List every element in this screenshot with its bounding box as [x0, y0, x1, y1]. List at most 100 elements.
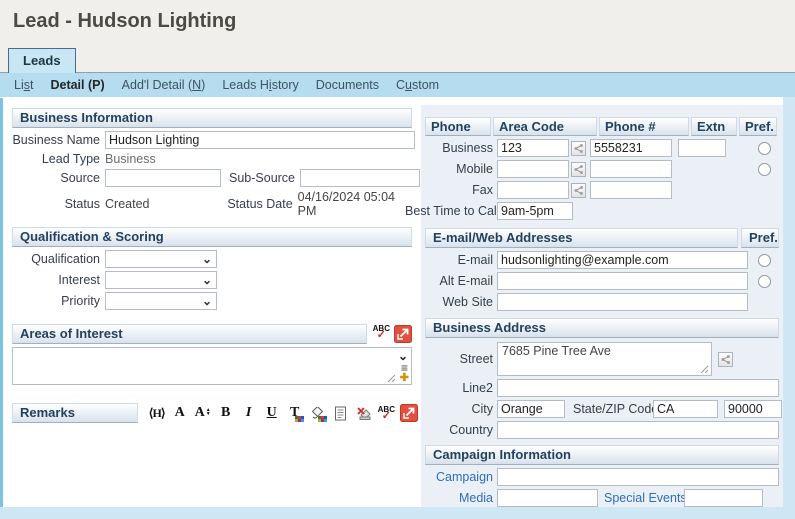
page-title: Lead - Hudson Lighting [13, 10, 237, 32]
business-extn-input[interactable] [678, 139, 726, 157]
left-panel: Business Information Business Name Lead … [0, 98, 421, 507]
media-input[interactable] [497, 489, 598, 507]
sub-source-input[interactable] [300, 169, 421, 187]
street-value: 7685 Pine Tree Ave [502, 344, 611, 358]
mobile-phone-pref-radio[interactable] [758, 162, 771, 176]
city-label: City [471, 402, 493, 416]
country-input[interactable] [497, 421, 779, 439]
pref-column-header: Pref. [739, 117, 777, 136]
state-input[interactable] [653, 400, 718, 418]
font-size-icon[interactable]: A ▲ ▼ [194, 404, 212, 423]
areas-of-interest-textarea[interactable]: ⌄ ≡ ✚ [12, 347, 412, 385]
phone-merge-icon[interactable] [571, 140, 586, 156]
subnav-item-list[interactable]: List [14, 78, 33, 92]
highlight-color-icon[interactable] [309, 404, 327, 423]
alt-email-input[interactable] [497, 272, 748, 290]
subnav-item-detail[interactable]: Detail (P) [50, 78, 104, 92]
page-source-icon[interactable] [332, 404, 350, 423]
expand-popup-icon[interactable] [394, 325, 412, 343]
interest-label: Interest [58, 273, 100, 287]
email-label: E-mail [457, 253, 493, 267]
state-zip-label: State/ZIP Code [573, 402, 659, 416]
content-area: Business Information Business Name Lead … [0, 97, 795, 519]
section-header-business-information: Business Information [12, 108, 412, 128]
heading-icon[interactable]: ⟨H⟩ [148, 404, 166, 423]
line2-input[interactable] [497, 379, 779, 397]
city-state-zip-row: City State/ZIP Code [425, 400, 782, 418]
interest-select[interactable]: ⌄ [105, 271, 217, 289]
font-icon[interactable]: A [171, 404, 189, 423]
campaign-link-label[interactable]: Campaign [425, 470, 493, 484]
right-panel: Phone Area Code Phone # Extn Pref. Busin… [405, 105, 783, 507]
mobile-phone-input[interactable] [590, 160, 672, 178]
subnav-item-leads-history[interactable]: Leads History [222, 78, 298, 92]
line2-row: Line2 [425, 379, 779, 397]
media-link-label[interactable]: Media [425, 491, 493, 505]
status-row: Status Created Status Date 04/16/2024 05… [12, 190, 415, 218]
fax-area-code-input[interactable] [497, 181, 569, 199]
business-name-label: Business Name [12, 133, 100, 147]
resize-handle-icon[interactable] [699, 364, 709, 374]
text-color-icon[interactable]: T [286, 404, 304, 423]
business-name-row: Business Name [12, 131, 415, 149]
web-site-label: Web Site [442, 295, 494, 309]
business-phone-pref-radio[interactable] [758, 141, 771, 155]
fax-row: Fax [425, 181, 779, 199]
mobile-area-code-input[interactable] [497, 160, 569, 178]
fax-number-input[interactable] [590, 181, 672, 199]
status-date-value: 04/16/2024 05:04 PM [297, 190, 395, 218]
tab-strip: Leads [0, 48, 795, 73]
best-time-to-call-label: Best Time to Call [405, 204, 500, 218]
underline-icon[interactable]: U [263, 404, 281, 423]
areas-of-interest-header-row: Areas of Interest ABC ✓ [12, 324, 412, 344]
phone-merge-icon[interactable] [571, 182, 586, 198]
clear-format-icon[interactable] [355, 404, 373, 423]
country-label: Country [449, 423, 493, 437]
email-row: E-mail [425, 251, 779, 269]
chevron-down-icon: ⌄ [201, 252, 212, 266]
special-events-input[interactable] [684, 489, 763, 507]
remarks-editor[interactable] [12, 423, 412, 483]
top-bar: Lead - Hudson Lighting [0, 0, 795, 48]
business-phone-input[interactable] [590, 139, 672, 157]
business-name-input[interactable] [105, 131, 415, 149]
email-pref-column-header: Pref. [741, 228, 779, 248]
campaign-input[interactable] [497, 468, 779, 486]
special-events-link-label[interactable]: Special Events [604, 491, 687, 505]
email-input[interactable] [497, 251, 748, 269]
italic-icon[interactable]: I [240, 404, 258, 423]
spellcheck-icon[interactable]: ABC ✓ [378, 406, 395, 422]
zip-input[interactable] [724, 400, 782, 418]
best-time-to-call-input[interactable] [497, 202, 573, 220]
email-section-header-row: E-mail/Web Addresses Pref. [425, 228, 779, 248]
spellcheck-icon[interactable]: ABC ✓ [373, 325, 390, 341]
source-label: Source [60, 171, 100, 185]
street-textarea[interactable]: 7685 Pine Tree Ave [497, 342, 712, 376]
qualification-select[interactable]: ⌄ [105, 250, 217, 268]
subnav-item-documents[interactable]: Documents [316, 78, 379, 92]
section-header-qualification-scoring: Qualification & Scoring [12, 227, 412, 247]
email-pref-radio[interactable] [758, 253, 771, 267]
phone-merge-icon[interactable] [571, 161, 586, 177]
lead-type-row: Lead Type Business [12, 152, 415, 166]
phone-number-column-header: Phone # [599, 117, 689, 136]
resize-handle-icon[interactable] [386, 373, 396, 383]
subnav-item-custom[interactable]: Custom [396, 78, 439, 92]
canvas-bottom-strip [0, 507, 795, 519]
add-item-icon[interactable]: ✚ [400, 371, 409, 384]
alt-email-pref-radio[interactable] [758, 274, 771, 288]
subnav-item-addl-detail[interactable]: Add'l Detail (N) [122, 78, 206, 92]
mobile-phone-row: Mobile [425, 160, 779, 178]
campaign-row: Campaign [425, 468, 779, 486]
canvas-right-strip [783, 97, 795, 519]
priority-select[interactable]: ⌄ [105, 292, 217, 310]
bold-icon[interactable]: B [217, 404, 235, 423]
address-merge-icon[interactable] [718, 351, 733, 367]
fax-label: Fax [472, 183, 493, 197]
business-area-code-input[interactable] [497, 139, 569, 157]
expand-popup-icon[interactable] [400, 404, 418, 422]
source-input[interactable] [105, 169, 221, 187]
tab-leads[interactable]: Leads [8, 48, 76, 73]
city-input[interactable] [497, 400, 565, 418]
web-site-input[interactable] [497, 293, 748, 311]
